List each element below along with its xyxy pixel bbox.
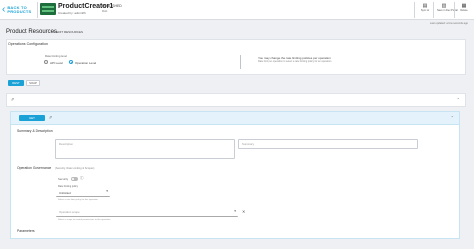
- edit-resources-label: EDIT RESOURCES: [56, 30, 83, 34]
- rate-limit-policy-label: Rate limiting policy: [58, 185, 78, 188]
- rest-toggle[interactable]: REST: [8, 80, 24, 86]
- delete-label: Delete: [460, 9, 468, 12]
- summary-placeholder: Summary: [242, 142, 254, 146]
- config-divider: [240, 55, 241, 69]
- sync-button[interactable]: ▤ Sync to: [418, 3, 432, 17]
- chevron-up-icon[interactable]: ⌃: [457, 97, 460, 102]
- back-to-products-button[interactable]: ‹ BACK TO PRODUCTS: [2, 2, 34, 18]
- operations-config-card: [6, 39, 466, 75]
- divider: [414, 2, 415, 18]
- rate-limit-hint: Select a rate limit policy for this oper…: [58, 199, 98, 201]
- api-level-label: API Level: [50, 60, 63, 65]
- operations-config-title: Operations Configuration: [8, 42, 48, 46]
- last-updated: Last updated: a few seconds ago: [429, 22, 468, 25]
- summary-section-title: Summary & Description: [17, 129, 53, 133]
- description-placeholder: Description: [59, 142, 73, 146]
- status-badge: PUBLISHED: [102, 4, 122, 8]
- dev-portal-button[interactable]: ▥ Save in Dev Portal: [437, 3, 458, 17]
- parameters-section-title: Parameters: [17, 229, 35, 233]
- operation-header[interactable]: GET ↱ ⌃: [11, 112, 459, 125]
- help-icon: ⓘ: [80, 175, 84, 180]
- summary-field[interactable]: Summary: [238, 139, 418, 149]
- security-switch[interactable]: [71, 177, 78, 181]
- dev-portal-label: Save in Dev Portal: [437, 9, 458, 12]
- edit-resources-button[interactable]: ✎ EDIT RESOURCES: [53, 30, 83, 34]
- method-badge: GET: [19, 115, 45, 121]
- security-label: Security: [58, 177, 69, 181]
- operation-scope-placeholder: Operation scope: [59, 210, 80, 214]
- back-label: BACK TO PRODUCTS: [7, 4, 32, 14]
- scope-hint: Select a scope to control permissions to…: [58, 219, 111, 221]
- governance-section-title: Operation Governance: [17, 166, 52, 170]
- rate-limit-info-sub: Rate limit per operation to select a rat…: [258, 60, 332, 63]
- operation-level-label: Operation Level: [75, 60, 97, 65]
- governance-hint: (Security, Rate Limiting & Scopes): [55, 167, 95, 170]
- sync-label: Sync to: [420, 9, 430, 12]
- rate-limit-select[interactable]: Unlimited ▾: [56, 189, 110, 197]
- page-title: Product Resources: [6, 29, 58, 35]
- product-subtitle: Created by: adminfifi: [58, 11, 86, 15]
- chevron-down-icon: ▾: [106, 189, 108, 193]
- operation-level-radio[interactable]: [69, 60, 73, 64]
- api-level-radio[interactable]: [44, 60, 48, 64]
- rate-limit-level-label: Rate limiting level: [45, 54, 67, 58]
- resource-row[interactable]: ↱ ⌃: [6, 93, 466, 107]
- divider: [37, 2, 38, 18]
- operation-path-icon: ↱: [49, 115, 53, 120]
- soap-toggle[interactable]: SOAP: [26, 80, 40, 86]
- owner-label: Dsb: [102, 9, 108, 13]
- rate-limit-value: Unlimited: [59, 190, 71, 195]
- operation-scope-select[interactable]: Operation scope ▾: [56, 208, 238, 217]
- chevron-up-icon[interactable]: ⌃: [451, 115, 454, 120]
- divider: [454, 2, 455, 18]
- top-bar: ‹ BACK TO PRODUCTS ProductCreator1 Creat…: [0, 0, 474, 20]
- divider: [433, 2, 434, 18]
- clear-scope-icon[interactable]: ✕: [242, 209, 245, 214]
- chevron-down-icon: ▾: [234, 208, 236, 213]
- description-field[interactable]: Description: [55, 139, 235, 159]
- resource-path-icon: ↱: [11, 97, 15, 102]
- delete-button[interactable]: ▦ Delete: [457, 3, 471, 17]
- chevron-left-icon: ‹: [2, 4, 6, 15]
- product-icon: [40, 3, 56, 15]
